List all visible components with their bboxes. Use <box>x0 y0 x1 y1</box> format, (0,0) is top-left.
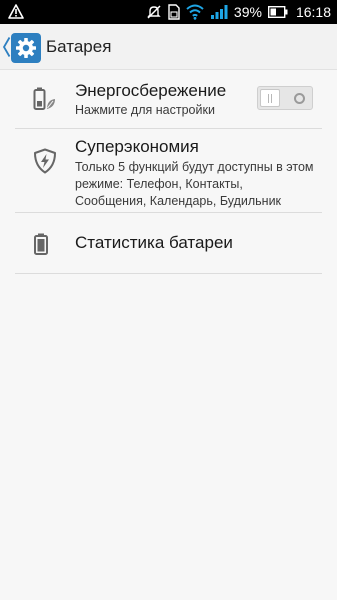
status-bar: 39% 16:18 <box>0 0 337 24</box>
shield-bolt-icon <box>34 148 56 174</box>
sim-icon <box>168 4 180 20</box>
battery-stats-title: Статистика батареи <box>75 233 233 252</box>
back-arrow-icon[interactable] <box>2 36 11 58</box>
battery-percent: 39% <box>233 4 262 20</box>
mute-icon <box>147 5 161 19</box>
warning-icon <box>8 4 24 19</box>
battery-icon <box>34 233 48 255</box>
settings-gear-icon[interactable] <box>11 33 41 63</box>
super-economy-subtitle: Только 5 функций будут доступны в этом р… <box>75 160 314 208</box>
battery-leaf-icon <box>33 87 55 110</box>
list-item-power-saving[interactable]: Энергосбережение Нажмите для настройки <box>15 70 322 129</box>
toggle-off-icon <box>294 93 305 104</box>
battery-icon <box>267 6 288 18</box>
signal-icon <box>210 5 228 19</box>
super-economy-title: Суперэкономия <box>75 137 199 156</box>
wifi-icon <box>186 4 204 20</box>
power-saving-toggle[interactable] <box>257 86 313 110</box>
list-item-super-economy[interactable]: Суперэкономия Только 5 функций будут дос… <box>15 129 322 213</box>
page-title: Батарея <box>46 37 112 56</box>
power-saving-title: Энергосбережение <box>75 81 227 100</box>
toggle-knob <box>260 89 280 107</box>
list-item-battery-stats[interactable]: Статистика батареи <box>15 213 322 274</box>
settings-list: Энергосбережение Нажмите для настройки С… <box>0 70 337 274</box>
clock: 16:18 <box>295 4 331 20</box>
action-bar: Батарея <box>0 24 337 70</box>
